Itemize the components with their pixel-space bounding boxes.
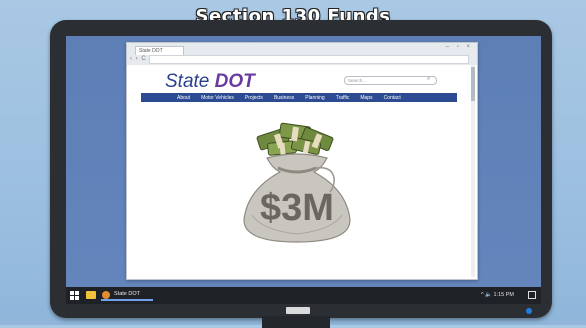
nav-traffic[interactable]: Traffic — [336, 95, 350, 101]
monitor-button — [286, 307, 310, 314]
browser-nav-buttons[interactable]: ‹ › C — [130, 56, 147, 62]
system-tray[interactable]: ^ 🔈 1:15 PM — [481, 292, 514, 298]
site-logo[interactable]: State DOT — [165, 71, 255, 93]
browser-tab[interactable]: State DOT — [135, 46, 184, 55]
monitor-stand — [262, 316, 330, 328]
search-icon[interactable]: ⌕ — [427, 76, 430, 83]
notifications-icon[interactable] — [528, 291, 536, 299]
nav-planning[interactable]: Planning — [305, 95, 324, 101]
nav-contact[interactable]: Contact — [384, 95, 401, 101]
bag-amount-label: $3M — [260, 187, 334, 229]
nav-about[interactable]: About — [177, 95, 190, 101]
nav-motor-vehicles[interactable]: Motor Vehicles — [201, 95, 234, 101]
nav-business[interactable]: Business — [274, 95, 294, 101]
search-input[interactable]: Search... — [344, 76, 437, 85]
scrollbar-thumb[interactable] — [471, 67, 475, 101]
nav-projects[interactable]: Projects — [245, 95, 263, 101]
cash-stacks-icon — [256, 122, 334, 156]
taskbar: State DOT ^ 🔈 1:15 PM — [66, 287, 541, 304]
nav-maps[interactable]: Maps — [360, 95, 372, 101]
folder-icon[interactable] — [86, 291, 96, 299]
money-bag-icon: $3M — [243, 122, 351, 243]
power-led — [526, 308, 532, 314]
browser-app-icon — [102, 291, 110, 299]
address-bar[interactable] — [149, 55, 469, 64]
logo-text-dot: DOT — [214, 71, 255, 92]
logo-text-state: State — [165, 71, 215, 92]
window-controls[interactable]: – ▫ × — [446, 44, 473, 50]
taskbar-app-label: State DOT — [114, 291, 140, 297]
start-button[interactable] — [70, 291, 79, 300]
site-nav: About Motor Vehicles Projects Business P… — [141, 93, 457, 102]
